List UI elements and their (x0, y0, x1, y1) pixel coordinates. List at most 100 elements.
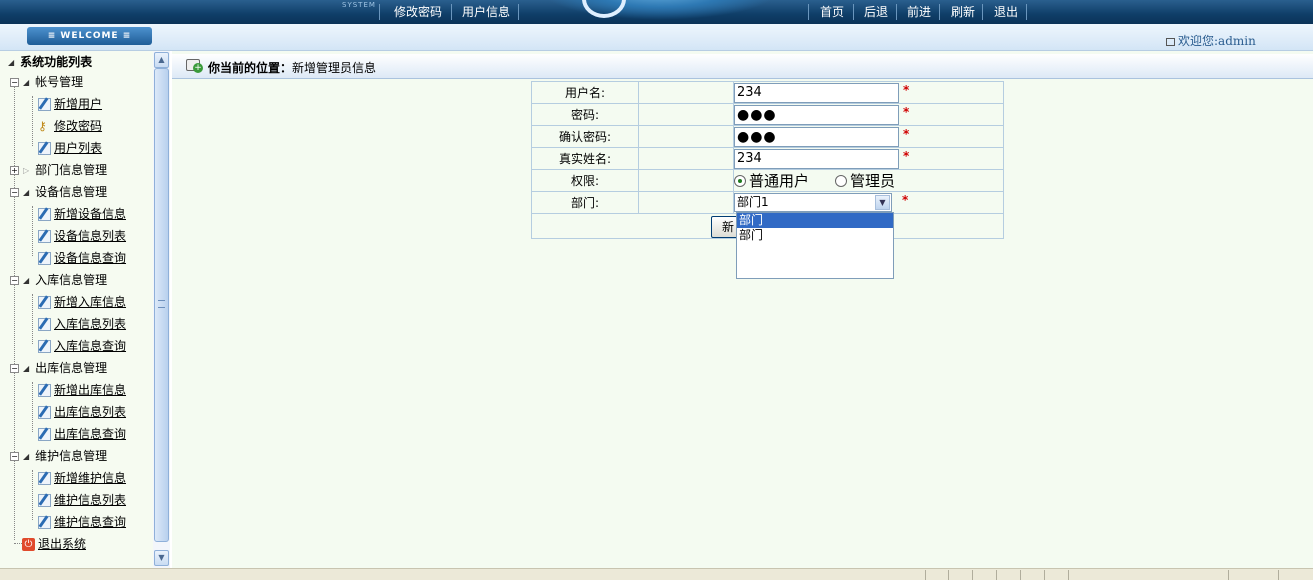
tree-group-stock-out[interactable]: − ◢ 出库信息管理 (10, 358, 107, 378)
edit-page-icon (38, 252, 51, 265)
required-mark: * (903, 149, 910, 163)
tree-group-label: 维护信息管理 (35, 449, 108, 463)
edit-page-icon (38, 296, 51, 309)
collapse-toggle-icon[interactable]: − (10, 452, 19, 461)
tree-item-link[interactable]: 入库信息查询 (54, 339, 126, 353)
tree-item-add-stock-in[interactable]: 新增入库信息 (38, 292, 126, 312)
tree-item-link[interactable]: 新增用户 (54, 97, 102, 111)
tree-item-link[interactable]: 维护信息列表 (54, 493, 126, 507)
tree-item-exit[interactable]: ⏻ 退出系统 (22, 534, 86, 554)
input-cell: 234 * (733, 81, 1004, 104)
edit-page-icon (38, 340, 51, 353)
top-link-change-password[interactable]: 修改密码 (394, 3, 442, 20)
role-option-admin[interactable]: 管理员 (850, 172, 895, 190)
tree-item-link[interactable]: 新增出库信息 (54, 383, 126, 397)
expanded-triangle-icon: ◢ (23, 451, 30, 461)
tree-item-add-user[interactable]: 新增用户 (38, 94, 102, 114)
department-option[interactable]: 部门 (737, 228, 893, 243)
expanded-triangle-icon: ◢ (23, 187, 30, 197)
tree-item-add-stock-out[interactable]: 新增出库信息 (38, 380, 126, 400)
top-separator (518, 4, 519, 20)
tree-item-link[interactable]: 出库信息查询 (54, 427, 126, 441)
tree-item-add-maintenance[interactable]: 新增维护信息 (38, 468, 126, 488)
scroll-thumb[interactable] (154, 68, 169, 542)
tree-connector (14, 78, 15, 540)
tree-group-account[interactable]: − ◢ 帐号管理 (10, 72, 83, 92)
tree-item-link[interactable]: 维护信息查询 (54, 515, 126, 529)
tree-group-stock-in[interactable]: − ◢ 入库信息管理 (10, 270, 107, 290)
tree-group-label: 部门信息管理 (35, 163, 108, 177)
collapse-toggle-icon[interactable]: − (10, 78, 19, 87)
department-option[interactable]: 部门 (737, 213, 893, 228)
scroll-down-button[interactable]: ▼ (154, 550, 169, 566)
scroll-up-button[interactable]: ▲ (154, 52, 169, 68)
tree-item-link[interactable]: 出库信息列表 (54, 405, 126, 419)
tree-item-link[interactable]: 新增设备信息 (54, 207, 126, 221)
tree-item-device-query[interactable]: 设备信息查询 (38, 248, 126, 268)
tree-group-department[interactable]: + ▷ 部门信息管理 (10, 160, 107, 180)
tree-item-stock-in-list[interactable]: 入库信息列表 (38, 314, 126, 334)
department-select[interactable]: 部门1 ▼ (734, 193, 892, 212)
location-bar: 你当前的位置：新增管理员信息 (172, 54, 1313, 79)
add-page-icon (186, 59, 203, 73)
greeting-text: 欢迎您:admin (1178, 34, 1256, 48)
tree-item-user-list[interactable]: 用户列表 (38, 138, 102, 158)
confirm-password-input[interactable]: ●●● (734, 126, 899, 147)
tree-item-change-password[interactable]: ⚷ 修改密码 (38, 116, 102, 136)
collapse-toggle-icon[interactable]: − (10, 364, 19, 373)
tree-item-device-list[interactable]: 设备信息列表 (38, 226, 126, 246)
username-label: 用户名: (531, 81, 639, 104)
tree-item-stock-out-list[interactable]: 出库信息列表 (38, 402, 126, 422)
top-link-refresh[interactable]: 刷新 (951, 3, 975, 20)
edit-page-icon (38, 406, 51, 419)
role-radio-normal[interactable] (734, 174, 746, 187)
tree-item-add-device[interactable]: 新增设备信息 (38, 204, 126, 224)
tree-item-stock-out-query[interactable]: 出库信息查询 (38, 424, 126, 444)
top-link-home[interactable]: 首页 (820, 3, 844, 20)
top-separator (853, 4, 854, 20)
tree-group-label: 入库信息管理 (35, 273, 108, 287)
expanded-triangle-icon: ◢ (23, 77, 30, 87)
system-label: SYSTEM (342, 1, 376, 9)
role-label: 权限: (531, 169, 639, 192)
edit-page-icon (38, 494, 51, 507)
tree-item-link[interactable]: 修改密码 (54, 119, 102, 133)
tree-group-maintenance[interactable]: − ◢ 维护信息管理 (10, 446, 107, 466)
username-input[interactable]: 234 (734, 82, 899, 103)
input-cell: ●●● * (733, 125, 1004, 148)
tree-item-link[interactable]: 入库信息列表 (54, 317, 126, 331)
form-row-username: 用户名: 234 * (531, 81, 1004, 104)
tree-item-link[interactable]: 设备信息查询 (54, 251, 126, 265)
role-radio-admin[interactable] (835, 174, 848, 187)
chevron-down-icon[interactable]: ▼ (875, 195, 890, 210)
tree-group-label: 帐号管理 (35, 75, 84, 89)
tree-item-maintenance-query[interactable]: 维护信息查询 (38, 512, 126, 532)
password-input[interactable]: ●●● (734, 104, 899, 125)
sidebar-scrollbar[interactable]: ▲ ▼ (153, 51, 170, 568)
top-banner: SYSTEM 修改密码 用户信息 首页 后退 前进 刷新 退出 (0, 0, 1313, 24)
tree-item-maintenance-list[interactable]: 维护信息列表 (38, 490, 126, 510)
department-dropdown-list[interactable]: 部门 部门 (736, 212, 894, 279)
top-link-user-info[interactable]: 用户信息 (462, 3, 510, 20)
edit-page-icon (38, 472, 51, 485)
role-option-normal[interactable]: 普通用户 (749, 172, 809, 190)
tree-item-link[interactable]: 退出系统 (38, 537, 86, 551)
collapse-toggle-icon[interactable]: − (10, 188, 19, 197)
function-tree: ◢ 系统功能列表 − ◢ 帐号管理 新增用户 ⚷ 修改密码 用户列表 + ▷ 部门信息管理 … (0, 51, 153, 568)
realname-input[interactable]: 234 (734, 148, 899, 169)
tree-item-link[interactable]: 设备信息列表 (54, 229, 126, 243)
main-content: 你当前的位置：新增管理员信息 用户名: 234 * 密码: ●●● * 确认密码… (172, 51, 1313, 568)
top-link-forward[interactable]: 前进 (907, 3, 931, 20)
expand-toggle-icon[interactable]: + (10, 166, 19, 175)
top-separator (896, 4, 897, 20)
select-cell: 部门1 ▼ * (733, 191, 1004, 214)
tree-item-stock-in-query[interactable]: 入库信息查询 (38, 336, 126, 356)
top-link-logout[interactable]: 退出 (994, 3, 1018, 20)
top-link-back[interactable]: 后退 (864, 3, 888, 20)
tree-item-link[interactable]: 新增维护信息 (54, 471, 126, 485)
collapse-toggle-icon[interactable]: − (10, 276, 19, 285)
tree-item-link[interactable]: 新增入库信息 (54, 295, 126, 309)
welcome-tab: ≡ WELCOME ≡ (27, 27, 152, 45)
tree-group-device[interactable]: − ◢ 设备信息管理 (10, 182, 107, 202)
tree-item-link[interactable]: 用户列表 (54, 141, 102, 155)
